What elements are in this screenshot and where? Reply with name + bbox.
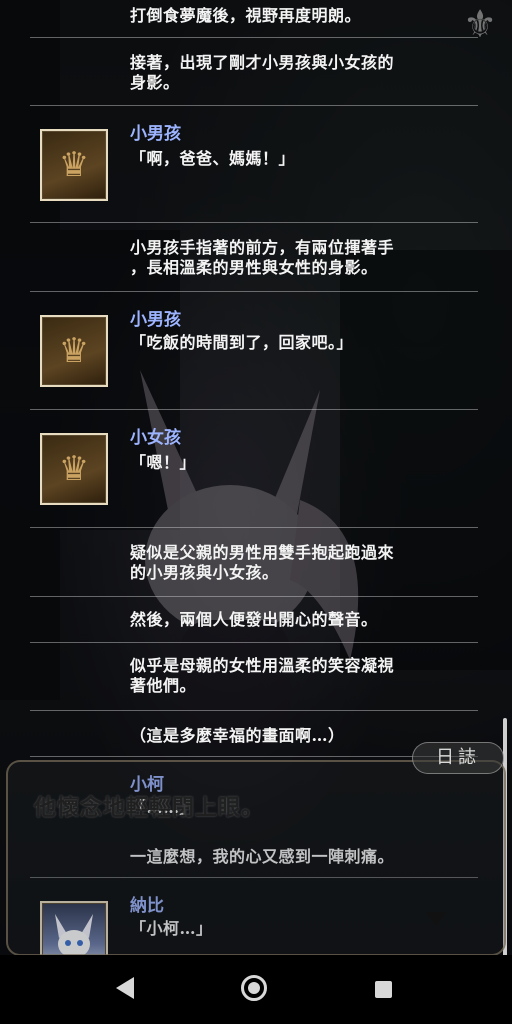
speaker-name: 小男孩 [130, 124, 181, 144]
log-entry: （這是多麼幸福的畫面啊…） [30, 710, 478, 757]
speaker-name: 小男孩 [130, 310, 181, 330]
log-entry-text: 然後，兩個人便發出開心的聲音。 [130, 610, 378, 629]
speaker-name: 小女孩 [130, 428, 181, 448]
log-entry-text: （這是多麼幸福的畫面啊…） [130, 726, 345, 745]
speaker-portrait: ♛ [40, 129, 108, 201]
speaker-portrait: ♛ [40, 315, 108, 387]
home-icon[interactable] [241, 975, 267, 1001]
log-entry-text: 疑似是父親的男性用雙手抱起跑過來 的小男孩與小女孩。 [130, 543, 395, 582]
dialog-text: 他懷念地輕輕閉上眼。 [34, 795, 265, 821]
log-entry: 疑似是父親的男性用雙手抱起跑過來 的小男孩與小女孩。 [30, 527, 478, 597]
recent-apps-icon[interactable] [375, 981, 392, 998]
log-entry-text: 似乎是母親的女性用溫柔的笑容凝視 著他們。 [130, 656, 395, 695]
log-entry: 似乎是母親的女性用溫柔的笑容凝視 著他們。 [30, 642, 478, 711]
log-entry-text: 「嗯！」 [130, 453, 197, 472]
log-entry: 打倒食夢魔後，視野再度明朗。 [30, 0, 478, 38]
crown-icon: ♛ [58, 145, 90, 185]
speaker-portrait: ♛ [40, 433, 108, 505]
log-entry: ♛ 小男孩 「吃飯的時間到了，回家吧。」 [30, 291, 478, 410]
log-entry-text: 「吃飯的時間到了，回家吧。」 [130, 333, 354, 352]
log-button[interactable]: 日誌 [412, 742, 504, 774]
log-entry: ♛ 小男孩 「啊，爸爸、媽媽！」 [30, 105, 478, 223]
log-entry-text: 小男孩手指著的前方，有兩位揮著手 ，長相溫柔的男性與女性的身影。 [130, 238, 395, 277]
log-entry: 小男孩手指著的前方，有兩位揮著手 ，長相溫柔的男性與女性的身影。 [30, 222, 478, 292]
log-entry: ♛ 小女孩 「嗯！」 [30, 409, 478, 528]
advance-arrow-icon[interactable] [426, 912, 446, 926]
back-icon[interactable] [116, 977, 134, 999]
crown-icon: ♛ [58, 449, 90, 489]
log-entry-text: 「啊，爸爸、媽媽！」 [130, 149, 296, 168]
log-entry: 接著，出現了剛才小男孩與小女孩的 身影。 [30, 37, 478, 106]
log-entry-text: 打倒食夢魔後，視野再度明朗。 [130, 6, 362, 25]
log-entry-text: 接著，出現了剛才小男孩與小女孩的 身影。 [130, 53, 395, 92]
log-entry: 然後，兩個人便發出開心的聲音。 [30, 596, 478, 643]
crown-icon: ♛ [58, 331, 90, 371]
